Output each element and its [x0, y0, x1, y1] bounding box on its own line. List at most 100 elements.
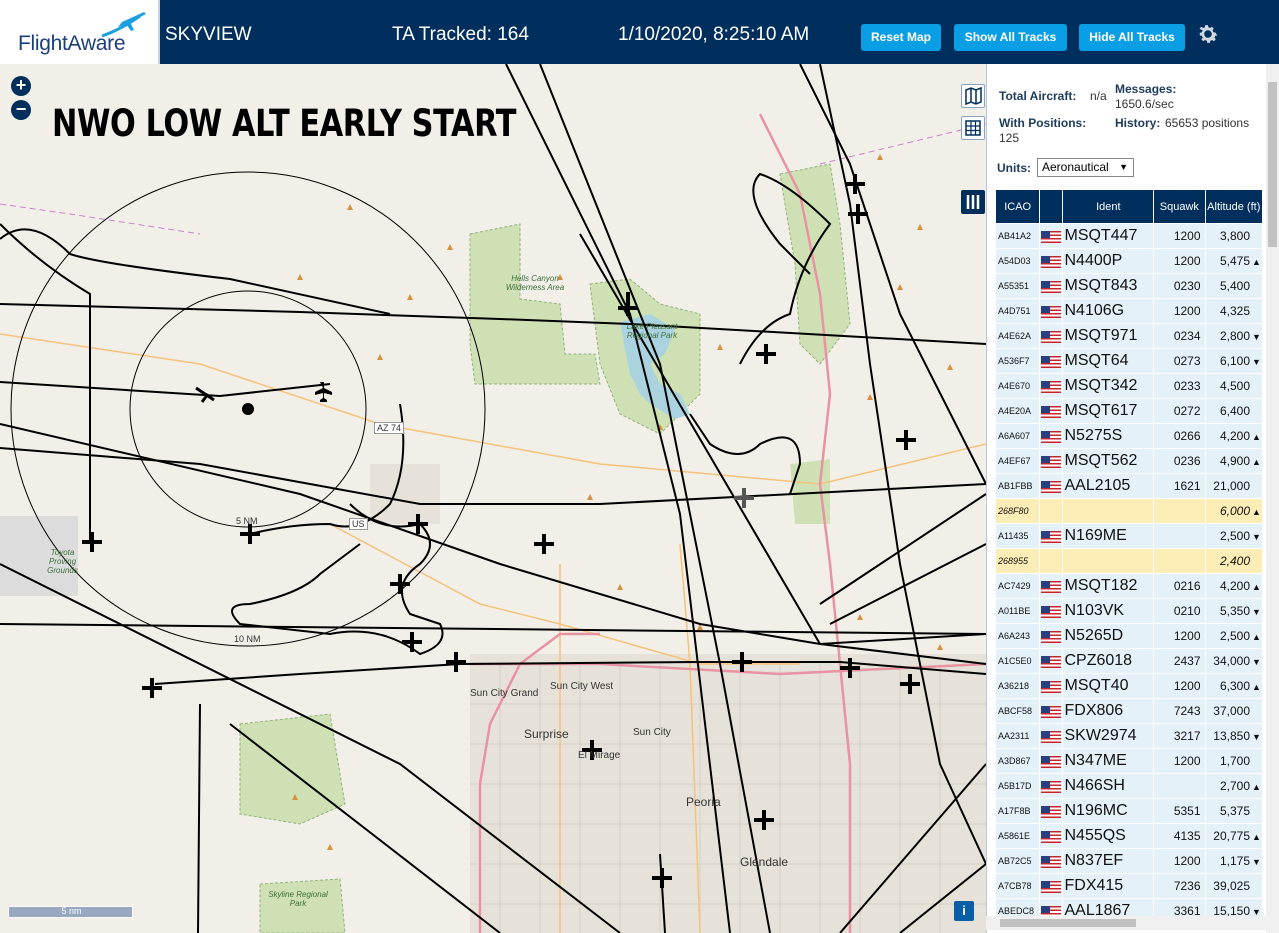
grid-toggle-button[interactable]	[961, 116, 985, 140]
aircraft-row[interactable]: AA2311 SKW2974 3217 13,850 ▼	[996, 724, 1262, 748]
units-label: Units:	[997, 161, 1031, 175]
altitude-trend-icon: ▲	[1252, 832, 1261, 842]
units-select[interactable]: Aeronautical ▼	[1037, 158, 1134, 177]
road-label-us60: US	[349, 518, 368, 530]
place-label: Skyline Regional Park	[268, 890, 328, 908]
aircraft-row[interactable]: A5861E N455QS 4135 20,775 ▲	[996, 824, 1262, 848]
icao-cell: AA2311	[996, 724, 1040, 748]
aircraft-row[interactable]: A4EF67 MSQT562 0236 4,900 ▲	[996, 449, 1262, 473]
altitude-cell: 4,325	[1205, 299, 1262, 323]
ident-cell: MSQT843	[1063, 274, 1154, 298]
column-header-squawk[interactable]: Squawk	[1154, 190, 1205, 223]
flag-cell	[1040, 424, 1063, 448]
altitude-value: 5,375	[1219, 804, 1250, 818]
icao-cell: A4D751	[996, 299, 1040, 323]
place-label: Sun City Grand	[470, 688, 539, 699]
aircraft-row[interactable]: A4E670 MSQT342 0233 4,500	[996, 374, 1262, 398]
place-label: Toyota Proving Grounds	[47, 548, 78, 575]
aircraft-row[interactable]: A4E62A MSQT971 0234 2,800 ▼	[996, 324, 1262, 348]
squawk-cell: 0272	[1154, 399, 1205, 423]
aircraft-row[interactable]: A11435 N169ME 2,500 ▼	[996, 524, 1262, 548]
aircraft-row[interactable]: 268F80 6,000 ▲	[996, 499, 1262, 523]
aircraft-row[interactable]: A4D751 N4106G 1200 4,325	[996, 299, 1262, 323]
altitude-cell: 2,800 ▼	[1205, 324, 1262, 348]
zoom-out-button[interactable]: −	[11, 100, 31, 120]
reset-map-button[interactable]: Reset Map	[861, 24, 941, 51]
altitude-cell: 5,350 ▼	[1205, 599, 1262, 623]
horizontal-scrollbar[interactable]	[986, 916, 1266, 930]
aircraft-row[interactable]: A6A607 N5275S 0266 4,200 ▲	[996, 424, 1262, 448]
aircraft-row[interactable]: A5B17D N466SH 2,700 ▲	[996, 774, 1262, 798]
altitude-value: 4,325	[1219, 304, 1250, 318]
squawk-cell: 0216	[1154, 574, 1205, 598]
aircraft-row[interactable]: AC7429 MSQT182 0216 4,200 ▲	[996, 574, 1262, 598]
aircraft-row[interactable]: AB41A2 MSQT447 1200 3,800	[996, 224, 1262, 248]
altitude-cell: 2,500 ▼	[1205, 524, 1262, 548]
aircraft-row[interactable]: A6A243 N5265D 1200 2,500 ▲	[996, 624, 1262, 648]
us-flag-icon	[1041, 705, 1062, 718]
ident-cell: MSQT64	[1063, 349, 1154, 373]
column-header-icao[interactable]: ICAO	[996, 190, 1040, 223]
icao-cell: A7CB78	[996, 874, 1040, 898]
hide-all-tracks-button[interactable]: Hide All Tracks	[1079, 24, 1185, 51]
map-layers-button[interactable]	[961, 84, 985, 108]
altitude-value: 5,350	[1219, 604, 1250, 618]
top-header: FlightAware SKYVIEW TA Tracked: 164 1/10…	[0, 0, 1279, 64]
map-overlay-title: NWO LOW ALT EARLY START	[52, 102, 516, 145]
column-header-altitude[interactable]: Altitude (ft)	[1205, 190, 1262, 223]
show-all-tracks-button[interactable]: Show All Tracks	[954, 24, 1067, 51]
scrollbar-thumb[interactable]	[1268, 82, 1277, 247]
aircraft-row[interactable]: AB1FBB AAL2105 1621 21,000	[996, 474, 1262, 498]
us-flag-icon	[1041, 730, 1062, 743]
flag-cell	[1040, 499, 1063, 523]
squawk-cell: 0266	[1154, 424, 1205, 448]
altitude-trend-icon: ▲	[1252, 257, 1261, 267]
us-flag-icon	[1041, 380, 1062, 393]
aircraft-row[interactable]: 268955 2,400	[996, 549, 1262, 573]
tracked-count: TA Tracked: 164	[392, 24, 529, 45]
aircraft-row[interactable]: A54D03 N4400P 1200 5,475 ▲	[996, 249, 1262, 273]
altitude-cell: 2,500 ▲	[1205, 624, 1262, 648]
altitude-cell: 4,500	[1205, 374, 1262, 398]
squawk-cell: 0233	[1154, 374, 1205, 398]
altitude-value: 1,700	[1219, 754, 1250, 768]
icao-cell: A5B17D	[996, 774, 1040, 798]
scrollbar-thumb[interactable]	[1000, 919, 1136, 927]
info-button[interactable]: i	[954, 901, 974, 921]
place-label: Sun City	[633, 727, 671, 738]
aircraft-row[interactable]: A4E20A MSQT617 0272 6,400	[996, 399, 1262, 423]
aircraft-row[interactable]: A36218 MSQT40 1200 6,300 ▲	[996, 674, 1262, 698]
gear-icon[interactable]	[1196, 22, 1220, 46]
toggle-sidebar-button[interactable]	[961, 190, 985, 214]
aircraft-row[interactable]: A011BE N103VK 0210 5,350 ▼	[996, 599, 1262, 623]
squawk-cell: 1200	[1154, 674, 1205, 698]
altitude-trend-icon: ▲	[1252, 457, 1261, 467]
aircraft-row[interactable]: ABCF58 FDX806 7243 37,000	[996, 699, 1262, 723]
altitude-value: 2,700	[1219, 779, 1250, 793]
column-header-ident[interactable]: Ident	[1063, 190, 1154, 223]
column-header-flag[interactable]	[1040, 190, 1063, 223]
altitude-cell: 6,300 ▲	[1205, 674, 1262, 698]
altitude-value: 6,000	[1219, 504, 1250, 518]
altitude-value: 21,000	[1213, 479, 1250, 493]
aircraft-row[interactable]: AB72C5 N837EF 1200 1,175 ▼	[996, 849, 1262, 873]
icao-cell: A36218	[996, 674, 1040, 698]
park-area	[469, 223, 601, 385]
messages-label: Messages:	[1115, 82, 1177, 96]
aircraft-row[interactable]: A7CB78 FDX415 7236 39,025	[996, 874, 1262, 898]
altitude-cell: 13,850 ▼	[1205, 724, 1262, 748]
map-view[interactable]: + − NWO LOW ALT EARLY START 5 NM 10 NM A…	[0, 64, 986, 933]
zoom-in-button[interactable]: +	[11, 76, 31, 96]
aircraft-row[interactable]: A536F7 MSQT64 0273 6,100 ▼	[996, 349, 1262, 373]
aircraft-row[interactable]: A3D867 N347ME 1200 1,700	[996, 749, 1262, 773]
aircraft-row[interactable]: A55351 MSQT843 0230 5,400	[996, 274, 1262, 298]
aircraft-row[interactable]: A17F8B N196MC 5351 5,375	[996, 799, 1262, 823]
us-flag-icon	[1041, 755, 1062, 768]
vertical-scrollbar[interactable]	[1266, 64, 1279, 933]
altitude-cell: 4,200 ▲	[1205, 424, 1262, 448]
icao-cell: A55351	[996, 274, 1040, 298]
flag-cell	[1040, 549, 1063, 573]
flightaware-logo[interactable]: FlightAware	[0, 0, 160, 64]
flag-cell	[1040, 774, 1063, 798]
aircraft-row[interactable]: A1C5E0 CPZ6018 2437 34,000 ▼	[996, 649, 1262, 673]
